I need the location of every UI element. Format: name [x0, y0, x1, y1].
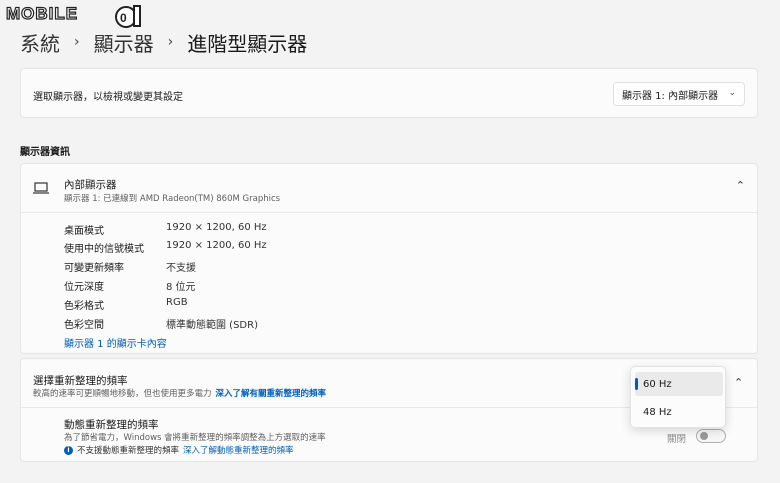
display-dropdown-value: 顯示器 1: 內部顯示器 [622, 90, 719, 102]
breadcrumb-separator: › [74, 34, 80, 50]
property-value: 1920 × 1200, 60 Hz [166, 222, 267, 233]
display-info-header[interactable]: 內部顯示器 顯示器 1: 已連線到 AMD Radeon(TM) 860M Gr… [21, 164, 757, 213]
property-value: 不支援 [166, 263, 196, 274]
select-display-label: 選取顯示器，以檢視或變更其設定 [33, 92, 183, 103]
refresh-rate-title: 選擇重新整理的頻率 [33, 375, 128, 387]
toggle-knob [700, 432, 708, 440]
chevron-up-icon[interactable]: ⌃ [736, 179, 745, 192]
display-info-subtitle: 顯示器 1: 已連線到 AMD Radeon(TM) 860M Graphics [64, 194, 281, 204]
refresh-rate-option-label: 48 Hz [643, 406, 672, 418]
info-icon: i [64, 445, 73, 455]
property-key: 位元深度 [64, 282, 104, 293]
property-value: 8 位元 [166, 282, 196, 293]
property-row: 可變更新頻率 不支援 [64, 259, 196, 277]
dynamic-refresh-title: 動態重新整理的頻率 [64, 419, 159, 431]
chevron-up-icon[interactable]: ⌃ [734, 376, 743, 389]
dynamic-refresh-learn-more-link[interactable]: 深入了解動態重新整理的頻率 [183, 444, 294, 456]
svg-text:0: 0 [120, 11, 127, 25]
select-display-card: 選取顯示器，以檢視或變更其設定 顯示器 1: 內部顯示器 ⌄ [20, 68, 758, 118]
selection-indicator [635, 378, 638, 390]
watermark-logo-mark: 0 [115, 5, 141, 28]
display-dropdown[interactable]: 顯示器 1: 內部顯示器 ⌄ [613, 82, 745, 106]
property-key: 桌面模式 [64, 226, 104, 237]
refresh-rate-description: 較高的速率可更順暢地移動，但也使用更多電力 深入了解有關重新整理的頻率 [33, 387, 326, 399]
chevron-down-icon: ⌄ [728, 88, 736, 98]
refresh-rate-dropdown-menu: 60 Hz 48 Hz [630, 366, 726, 428]
display-info-card: 內部顯示器 顯示器 1: 已連線到 AMD Radeon(TM) 860M Gr… [20, 163, 758, 354]
property-value: 標準動態範圍 (SDR) [166, 320, 258, 331]
property-row: 桌面模式 1920 × 1200, 60 Hz [64, 222, 267, 240]
breadcrumb-current: 進階型顯示器 [187, 31, 308, 56]
property-row: 色彩空間 標準動態範圍 (SDR) [64, 316, 258, 334]
refresh-rate-option-60[interactable]: 60 Hz [635, 372, 723, 396]
property-value: 1920 × 1200, 60 Hz [166, 240, 267, 251]
refresh-rate-option-label: 60 Hz [643, 378, 672, 390]
breadcrumb: 系統 › 顯示器 › 進階型顯示器 [20, 28, 307, 56]
property-key: 色彩格式 [64, 301, 104, 312]
property-key: 色彩空間 [64, 320, 104, 331]
breadcrumb-display[interactable]: 顯示器 [94, 28, 154, 57]
refresh-rate-option-48[interactable]: 48 Hz [635, 400, 723, 424]
dynamic-refresh-note: i 不支援動態重新整理的頻率 深入了解動態重新整理的頻率 [64, 444, 294, 456]
property-row: 位元深度 8 位元 [64, 278, 196, 296]
property-row: 使用中的信號模式 1920 × 1200, 60 Hz [64, 240, 267, 258]
dynamic-refresh-description: 為了節省電力，Windows 會將重新整理的頻率調整為上方選取的速率 [64, 433, 326, 443]
breadcrumb-system[interactable]: 系統 [20, 28, 60, 57]
property-key: 使用中的信號模式 [64, 244, 144, 255]
watermark-logo: MOBILE01 [5, 3, 79, 23]
dynamic-refresh-note-text: 不支援動態重新整理的頻率 [77, 446, 180, 456]
adapter-properties-link[interactable]: 顯示器 1 的顯示卡內容 [64, 335, 167, 350]
dynamic-refresh-toggle-label: 關閉 [667, 434, 687, 445]
breadcrumb-separator: › [167, 34, 174, 50]
property-row: 色彩格式 RGB [64, 297, 188, 315]
dynamic-refresh-toggle[interactable] [696, 429, 726, 443]
laptop-icon [33, 182, 49, 194]
property-key: 可變更新頻率 [64, 263, 124, 274]
section-heading: 顯示器資訊 [20, 147, 70, 158]
display-info-title: 內部顯示器 [64, 179, 117, 191]
property-value: RGB [166, 297, 188, 308]
refresh-rate-description-text: 較高的速率可更順暢地移動，但也使用更多電力 [33, 389, 212, 399]
refresh-rate-learn-more-link[interactable]: 深入了解有關重新整理的頻率 [216, 389, 327, 399]
